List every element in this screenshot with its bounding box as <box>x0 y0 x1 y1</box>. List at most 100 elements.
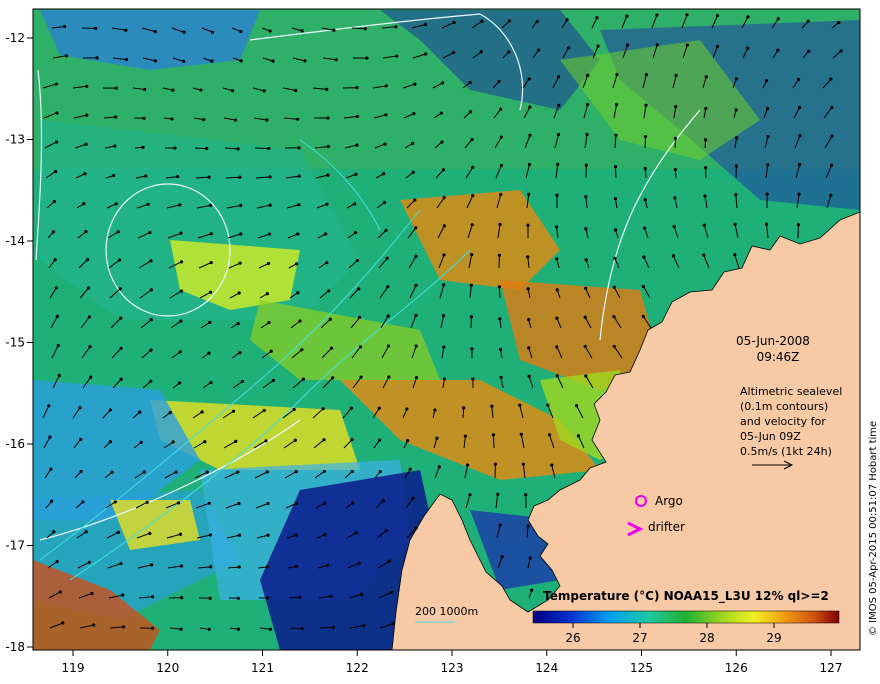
velocity-arrowhead <box>332 29 335 32</box>
velocity-arrowhead <box>238 351 241 354</box>
velocity-arrowhead <box>182 60 185 63</box>
colorbar-tick-label: 27 <box>632 631 647 645</box>
velocity-arrowhead <box>644 167 647 170</box>
velocity-arrowhead <box>536 20 539 23</box>
velocity-arrowhead <box>202 118 205 121</box>
velocity-arrowhead <box>392 622 395 625</box>
velocity-arrowhead <box>209 204 212 207</box>
plot-area <box>33 9 860 650</box>
velocity-arrowhead <box>387 344 390 347</box>
lon-tick-label: 122 <box>346 661 369 675</box>
velocity-arrowhead <box>490 405 493 408</box>
velocity-arrowhead <box>442 168 445 171</box>
velocity-arrowhead <box>414 314 417 317</box>
velocity-arrowhead <box>239 204 242 207</box>
velocity-arrowhead <box>118 258 121 261</box>
velocity-arrowhead <box>65 54 68 57</box>
velocity-arrowhead <box>174 470 177 473</box>
velocity-arrowhead <box>55 82 58 85</box>
colorbar-tick-label: 29 <box>766 631 781 645</box>
velocity-arrowhead <box>440 111 443 114</box>
velocity-arrowhead <box>584 374 587 377</box>
velocity-arrowhead <box>267 321 270 324</box>
velocity-arrowhead <box>443 377 446 380</box>
velocity-arrowhead <box>555 345 558 348</box>
velocity-arrowhead <box>150 563 153 566</box>
velocity-arrowhead <box>150 318 153 321</box>
velocity-arrowhead <box>438 465 441 468</box>
velocity-arrowhead <box>294 439 297 442</box>
velocity-arrowhead <box>325 88 328 91</box>
velocity-arrowhead <box>829 78 832 81</box>
velocity-arrowhead <box>109 408 112 411</box>
velocity-arrowhead <box>468 81 471 84</box>
velocity-arrowhead <box>470 347 473 350</box>
velocity-arrowhead <box>326 116 329 119</box>
velocity-arrowhead <box>480 20 483 23</box>
velocity-arrowhead <box>716 14 719 17</box>
velocity-arrowhead <box>294 89 297 92</box>
velocity-arrowhead <box>433 408 436 411</box>
velocity-arrowhead <box>356 259 359 262</box>
velocity-arrowhead <box>378 407 381 410</box>
velocity-arrowhead <box>55 286 58 289</box>
velocity-arrowhead <box>442 253 445 256</box>
velocity-arrowhead <box>238 565 241 568</box>
velocity-arrowhead <box>296 291 299 294</box>
velocity-arrowhead <box>117 230 120 233</box>
velocity-arrowhead <box>614 134 617 137</box>
velocity-arrowhead <box>492 433 495 436</box>
velocity-arrowhead <box>55 111 58 114</box>
velocity-arrowhead <box>237 628 240 631</box>
velocity-arrowhead <box>88 345 91 348</box>
velocity-arrowhead <box>324 232 327 235</box>
velocity-arrowhead <box>236 471 239 474</box>
velocity-arrowhead <box>746 15 749 18</box>
velocity-arrowhead <box>413 198 416 201</box>
velocity-arrowhead <box>238 534 241 537</box>
velocity-arrowhead <box>120 378 123 381</box>
velocity-arrowhead <box>414 527 417 530</box>
velocity-arrowhead <box>56 560 59 563</box>
velocity-arrowhead <box>829 194 832 197</box>
velocity-arrowhead <box>526 255 529 258</box>
velocity-arrowhead <box>147 203 150 206</box>
velocity-arrowhead <box>645 73 648 76</box>
velocity-arrowhead <box>837 21 840 24</box>
velocity-arrowhead <box>209 291 212 294</box>
velocity-arrowhead <box>351 501 354 504</box>
velocity-arrowhead <box>470 138 473 141</box>
velocity-arrowhead <box>480 50 483 53</box>
velocity-arrowhead <box>526 224 529 227</box>
velocity-arrowhead <box>354 173 357 176</box>
velocity-arrowhead <box>83 172 86 175</box>
velocity-arrowhead <box>395 54 398 57</box>
velocity-arrowhead <box>548 433 551 436</box>
velocity-arrowhead <box>355 86 358 89</box>
velocity-arrowhead <box>232 410 235 413</box>
lat-tick-label: -16 <box>5 437 25 451</box>
velocity-arrowhead <box>414 255 417 258</box>
velocity-arrowhead <box>115 87 118 90</box>
velocity-arrowhead <box>424 23 427 26</box>
velocity-arrowhead <box>362 624 365 627</box>
velocity-arrowhead <box>830 134 833 137</box>
velocity-arrowhead <box>412 112 415 115</box>
velocity-arrowhead <box>180 289 183 292</box>
velocity-arrowhead <box>557 104 560 107</box>
velocity-arrowhead <box>443 196 446 199</box>
velocity-arrowhead <box>765 223 768 226</box>
velocity-arrowhead <box>179 320 182 323</box>
velocity-arrowhead <box>200 410 203 413</box>
velocity-arrow <box>290 628 302 629</box>
velocity-arrowhead <box>293 408 296 411</box>
velocity-arrowhead <box>92 623 95 626</box>
velocity-arrowhead <box>266 502 269 505</box>
velocity-arrowhead <box>354 231 357 234</box>
velocity-arrowhead <box>537 49 540 52</box>
velocity-arrowhead <box>442 314 445 317</box>
velocity-arrowhead <box>644 135 647 138</box>
velocity-arrowhead <box>798 134 801 137</box>
velocity-arrowhead <box>443 224 446 227</box>
velocity-arrowhead <box>500 164 503 167</box>
